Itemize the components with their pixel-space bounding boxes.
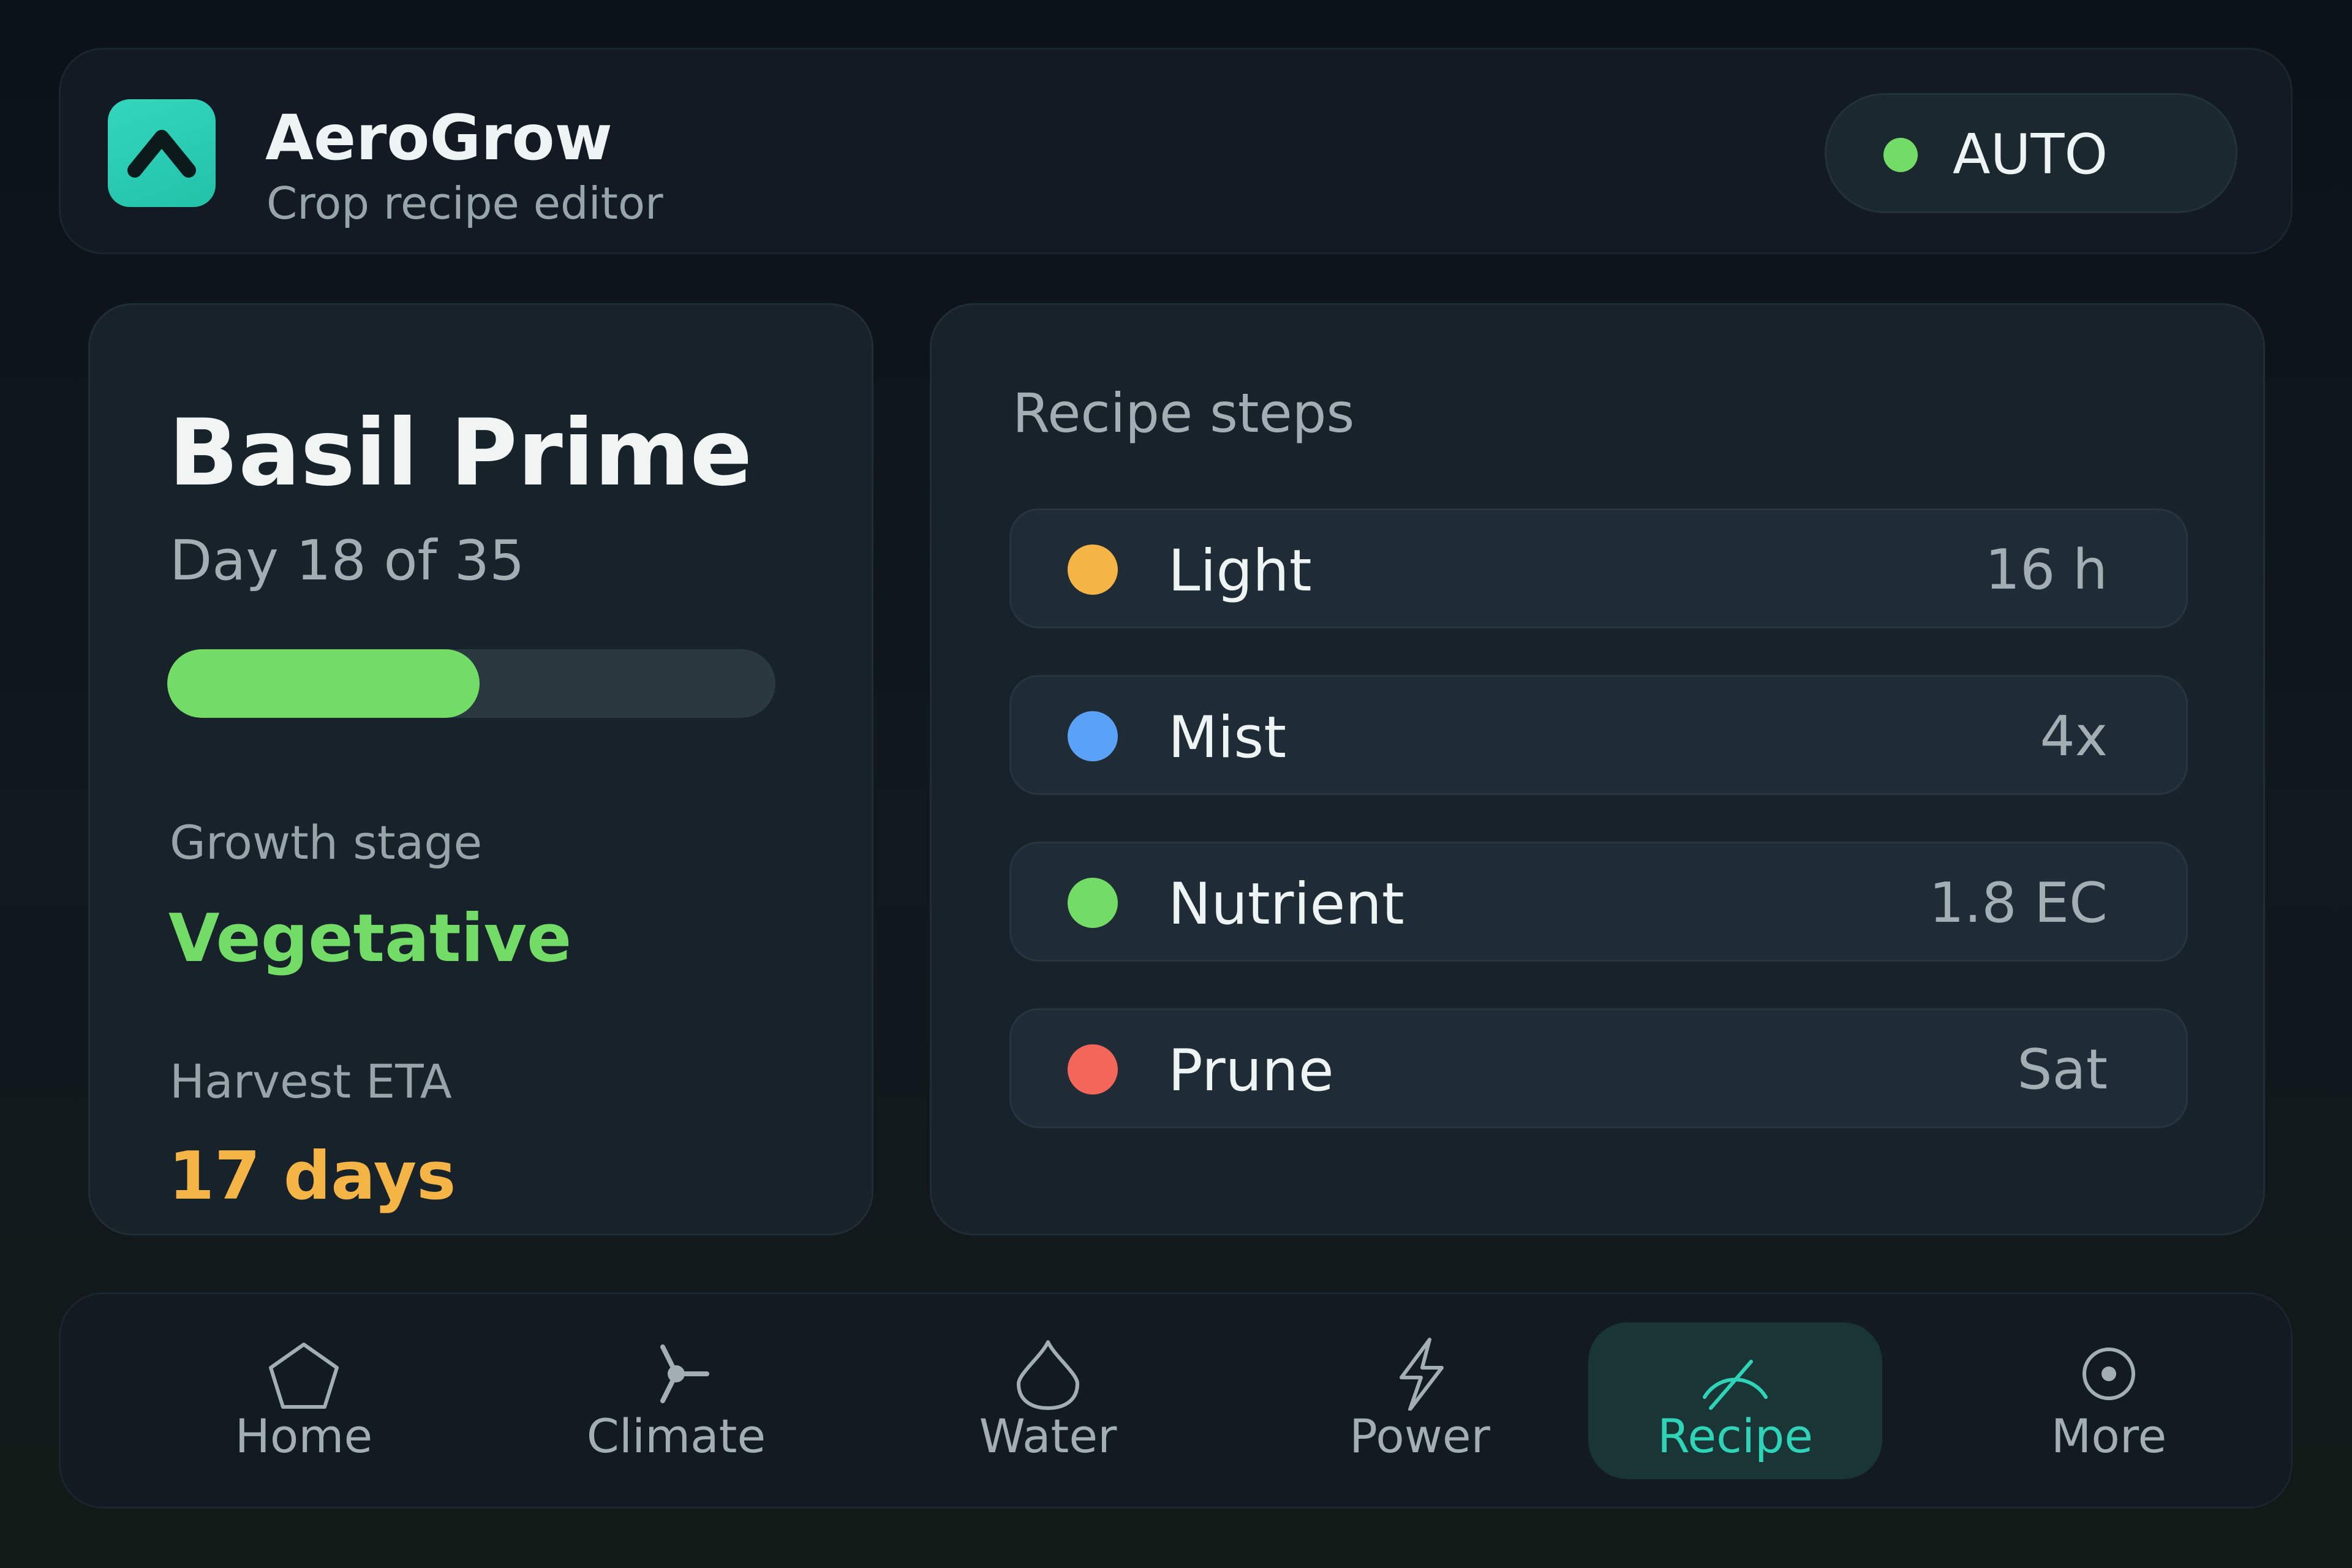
- nav-label: Power: [1349, 1409, 1490, 1463]
- more-circle-icon: [2082, 1348, 2135, 1400]
- app-header: AeroGrow Crop recipe editor AUTO: [59, 48, 2293, 254]
- mode-toggle[interactable]: AUTO: [1825, 93, 2237, 213]
- nav-climate[interactable]: Climate: [529, 1322, 823, 1479]
- step-color-dot: [1068, 1044, 1118, 1095]
- home-icon: [269, 1343, 339, 1409]
- droplet-icon: [1017, 1340, 1079, 1410]
- step-color-dot: [1068, 545, 1118, 595]
- step-label: Prune: [1168, 1038, 1334, 1104]
- step-label: Nutrient: [1168, 871, 1404, 938]
- recipe-step-prune[interactable]: Prune Sat: [1009, 1008, 2188, 1128]
- crop-summary-card: Basil Prime Day 18 of 35 Growth stage Ve…: [88, 303, 873, 1235]
- lightning-icon: [1400, 1338, 1444, 1411]
- nav-label: More: [2051, 1409, 2167, 1463]
- step-value: 1.8 EC: [1929, 871, 2108, 935]
- step-value: 4x: [2040, 704, 2108, 769]
- nav-more[interactable]: More: [1962, 1322, 2256, 1479]
- step-value: Sat: [2017, 1038, 2108, 1102]
- crop-day-counter: Day 18 of 35: [170, 529, 525, 593]
- recipe-step-light[interactable]: Light 16 h: [1009, 508, 2188, 628]
- nav-label: Recipe: [1657, 1409, 1814, 1463]
- gauge-icon: [1703, 1360, 1768, 1410]
- mode-label: AUTO: [1953, 123, 2108, 187]
- bottom-navigation: Home Climate Water Power Recipe More: [59, 1292, 2293, 1509]
- grow-progress-bar: [167, 649, 775, 718]
- grow-progress-fill: [167, 649, 480, 718]
- harvest-eta-label: Harvest ETA: [170, 1054, 452, 1109]
- recipe-step-mist[interactable]: Mist 4x: [1009, 675, 2188, 795]
- nav-label: Climate: [586, 1409, 766, 1463]
- step-value: 16 h: [1985, 538, 2108, 602]
- nav-label: Water: [979, 1409, 1117, 1463]
- app-subtitle: Crop recipe editor: [266, 178, 663, 229]
- harvest-eta-value: 17 days: [168, 1138, 456, 1215]
- nav-label: Home: [235, 1409, 373, 1463]
- nav-water[interactable]: Water: [901, 1322, 1195, 1479]
- mode-status-dot: [1883, 138, 1918, 172]
- step-color-dot: [1068, 878, 1118, 928]
- chevron-up-icon: [127, 130, 196, 178]
- growth-stage-value: Vegetative: [168, 900, 572, 977]
- app-logo: [108, 99, 216, 207]
- step-label: Light: [1168, 538, 1312, 605]
- nav-recipe[interactable]: Recipe: [1588, 1322, 1882, 1479]
- step-color-dot: [1068, 711, 1118, 761]
- app-title: AeroGrow: [265, 102, 612, 175]
- step-label: Mist: [1168, 704, 1287, 771]
- nav-home[interactable]: Home: [157, 1322, 451, 1479]
- recipe-steps-card: Recipe steps Light 16 h Mist 4x Nutrient…: [930, 303, 2265, 1235]
- nav-power[interactable]: Power: [1273, 1322, 1567, 1479]
- recipe-step-nutrient[interactable]: Nutrient 1.8 EC: [1009, 842, 2188, 962]
- fan-icon: [660, 1344, 709, 1403]
- crop-name: Basil Prime: [168, 400, 753, 507]
- recipe-steps-title: Recipe steps: [1012, 382, 1355, 445]
- growth-stage-label: Growth stage: [170, 815, 483, 870]
